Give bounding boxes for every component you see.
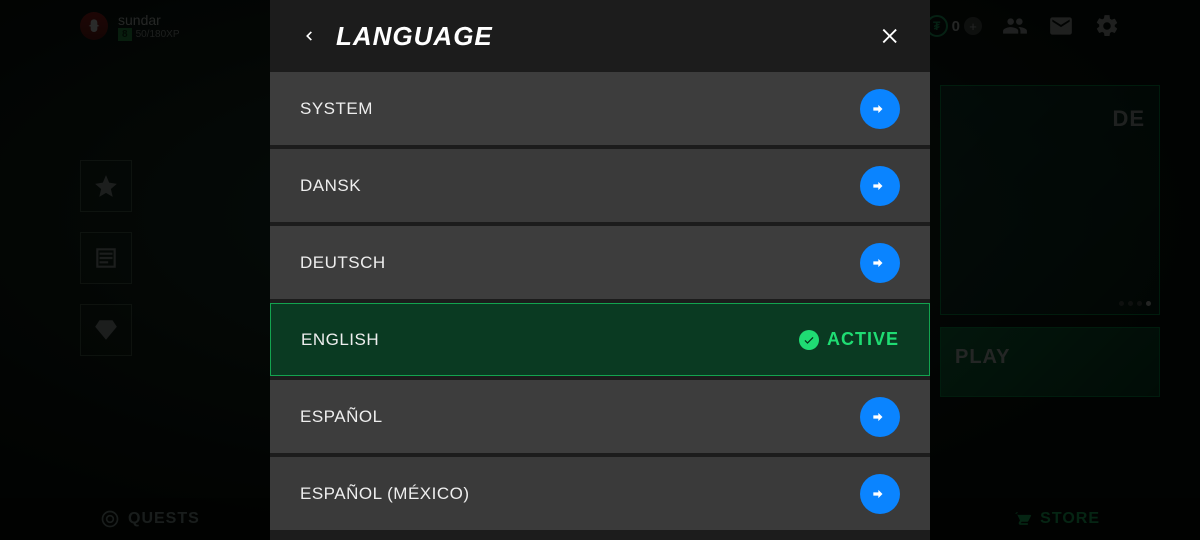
arrow-right-icon bbox=[870, 99, 890, 119]
select-language-button[interactable] bbox=[860, 243, 900, 283]
back-button[interactable] bbox=[294, 21, 324, 51]
close-button[interactable] bbox=[876, 21, 906, 51]
close-icon bbox=[880, 25, 902, 47]
language-row[interactable]: DEUTSCH bbox=[270, 226, 930, 299]
select-language-button[interactable] bbox=[860, 89, 900, 129]
language-row[interactable]: ESPAÑOL (MÉXICO) bbox=[270, 457, 930, 530]
arrow-right-icon bbox=[870, 176, 890, 196]
language-label: DEUTSCH bbox=[300, 253, 386, 273]
language-modal: LANGUAGE SYSTEM DANSK DEUTSCH ENGLISH ACTIVE… bbox=[270, 0, 930, 540]
arrow-right-icon bbox=[870, 484, 890, 504]
language-row[interactable]: ENGLISH ACTIVE bbox=[270, 303, 930, 376]
language-row[interactable]: SYSTEM bbox=[270, 72, 930, 145]
check-icon bbox=[799, 330, 819, 350]
select-language-button[interactable] bbox=[860, 474, 900, 514]
language-label: ESPAÑOL (MÉXICO) bbox=[300, 484, 470, 504]
modal-header: LANGUAGE bbox=[270, 0, 930, 72]
active-indicator: ACTIVE bbox=[799, 329, 899, 350]
select-language-button[interactable] bbox=[860, 166, 900, 206]
select-language-button[interactable] bbox=[860, 397, 900, 437]
chevron-left-icon bbox=[302, 25, 316, 47]
language-label: DANSK bbox=[300, 176, 361, 196]
language-label: SYSTEM bbox=[300, 99, 373, 119]
modal-title: LANGUAGE bbox=[336, 21, 493, 52]
arrow-right-icon bbox=[870, 253, 890, 273]
language-label: ESPAÑOL bbox=[300, 407, 383, 427]
game-screen: sundar 8 50/180XP ₮ 0 + DE bbox=[0, 0, 1200, 540]
language-label: ENGLISH bbox=[301, 330, 379, 350]
language-row[interactable]: DANSK bbox=[270, 149, 930, 222]
active-label: ACTIVE bbox=[827, 329, 899, 350]
language-row[interactable]: ESPAÑOL bbox=[270, 380, 930, 453]
language-list[interactable]: SYSTEM DANSK DEUTSCH ENGLISH ACTIVE ESPAÑOL ES… bbox=[270, 72, 930, 540]
arrow-right-icon bbox=[870, 407, 890, 427]
